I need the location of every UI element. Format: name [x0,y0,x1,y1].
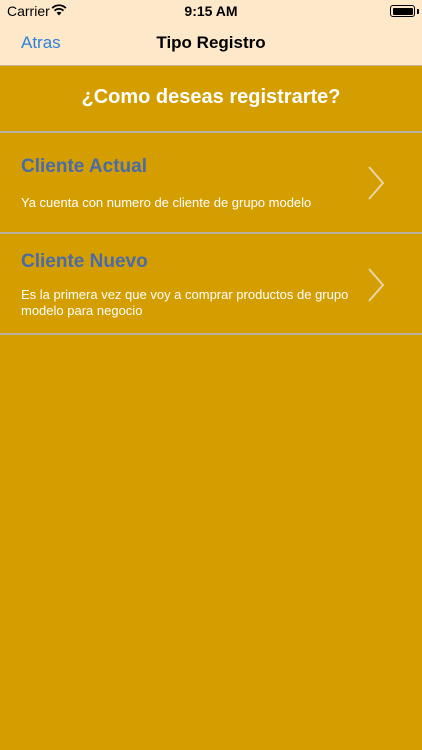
chevron-right-icon [368,268,385,302]
chevron-right-icon [368,166,385,200]
battery-icon [390,5,415,17]
navigation-bar: Carrier 9:15 AM Atras Tipo Registro [0,0,422,66]
battery-tip [417,9,419,14]
page-title: Tipo Registro [156,33,266,52]
divider [0,333,422,335]
registration-question: ¿Como deseas registrarte? [81,86,341,108]
status-bar: Carrier 9:15 AM [0,0,422,22]
option-title: Cliente Nuevo [21,251,148,272]
option-subtitle: Es la primera vez que voy a comprar prod… [21,287,349,318]
option-subtitle: Ya cuenta con numero de cliente de grupo… [21,195,312,210]
option-title: Cliente Actual [21,156,147,177]
option-cliente-actual[interactable]: Cliente Actual Ya cuenta con numero de c… [0,133,422,232]
option-cliente-nuevo[interactable]: Cliente Nuevo Es la primera vez que voy … [0,234,422,333]
status-time: 9:15 AM [184,3,238,19]
